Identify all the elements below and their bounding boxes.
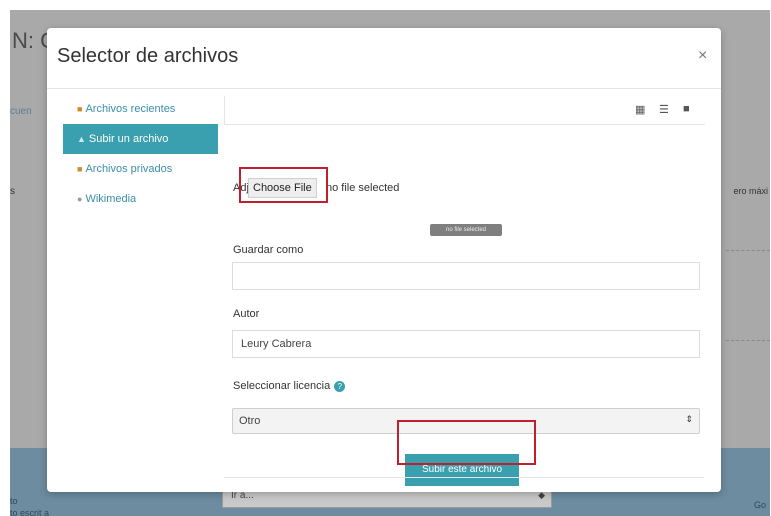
wikimedia-icon: ● xyxy=(77,194,83,204)
sidebar-item-label: Wikimedia xyxy=(85,193,137,205)
author-input[interactable]: Leury Cabrera xyxy=(232,330,700,358)
folder-view-icon[interactable]: ■ xyxy=(683,103,690,115)
file-picker-dialog: Selector de archivos × ■ Archivos recien… xyxy=(47,28,721,492)
sidebar-item-recent-files[interactable]: ■ Archivos recientes xyxy=(63,94,218,124)
background-link: cuen xyxy=(10,106,32,117)
license-label: Seleccionar licencia? xyxy=(233,380,346,392)
sidebar-item-private-files[interactable]: ■ Archivos privados xyxy=(63,154,218,184)
upload-icon: ▲ xyxy=(77,134,86,144)
sidebar-item-label: Subir un archivo xyxy=(88,133,169,145)
repository-sidebar: ■ Archivos recientes ▲ Subir un archivo … xyxy=(63,94,218,214)
select-arrows-icon: ⇕ xyxy=(685,414,693,424)
panel-bottom-divider xyxy=(224,477,704,478)
save-as-input[interactable] xyxy=(232,262,700,290)
background-footer-text: to xyxy=(10,496,18,506)
no-file-selected-text: no file selected xyxy=(326,182,400,194)
view-toolbar: ▦ ☰ ■ xyxy=(224,96,705,125)
list-view-icon[interactable]: ☰ xyxy=(659,103,669,116)
sidebar-item-label: Archivos privados xyxy=(85,163,173,175)
recent-files-icon: ■ xyxy=(77,104,83,114)
help-icon[interactable]: ? xyxy=(334,380,346,392)
choose-file-highlight xyxy=(239,167,328,203)
background-divider xyxy=(726,340,770,341)
close-icon[interactable]: × xyxy=(698,48,707,64)
grid-view-icon[interactable]: ▦ xyxy=(635,103,645,116)
license-label-text: Seleccionar licencia xyxy=(233,380,331,392)
background-divider xyxy=(726,250,770,251)
sidebar-item-upload-file[interactable]: ▲ Subir un archivo xyxy=(63,124,218,154)
background-footer-text: to escrit a xyxy=(10,508,50,516)
dialog-header: Selector de archivos × xyxy=(47,28,721,89)
upload-panel: ▦ ☰ ■ Adjunto Choose File no file select… xyxy=(224,96,705,486)
author-label: Autor xyxy=(233,308,260,320)
private-files-icon: ■ xyxy=(77,164,83,174)
sidebar-item-label: Archivos recientes xyxy=(85,103,176,115)
background-right-label: ero máxi xyxy=(733,186,768,196)
background-left-label: s xyxy=(10,186,15,197)
background-footer-right: Go xyxy=(754,500,767,510)
dialog-title: Selector de archivos xyxy=(57,45,239,67)
file-tooltip: no file selected xyxy=(430,224,502,236)
license-select-value: Otro xyxy=(239,415,261,427)
sidebar-item-wikimedia[interactable]: ● Wikimedia xyxy=(63,184,218,214)
save-as-label: Guardar como xyxy=(233,244,304,256)
submit-button-highlight xyxy=(397,420,536,465)
